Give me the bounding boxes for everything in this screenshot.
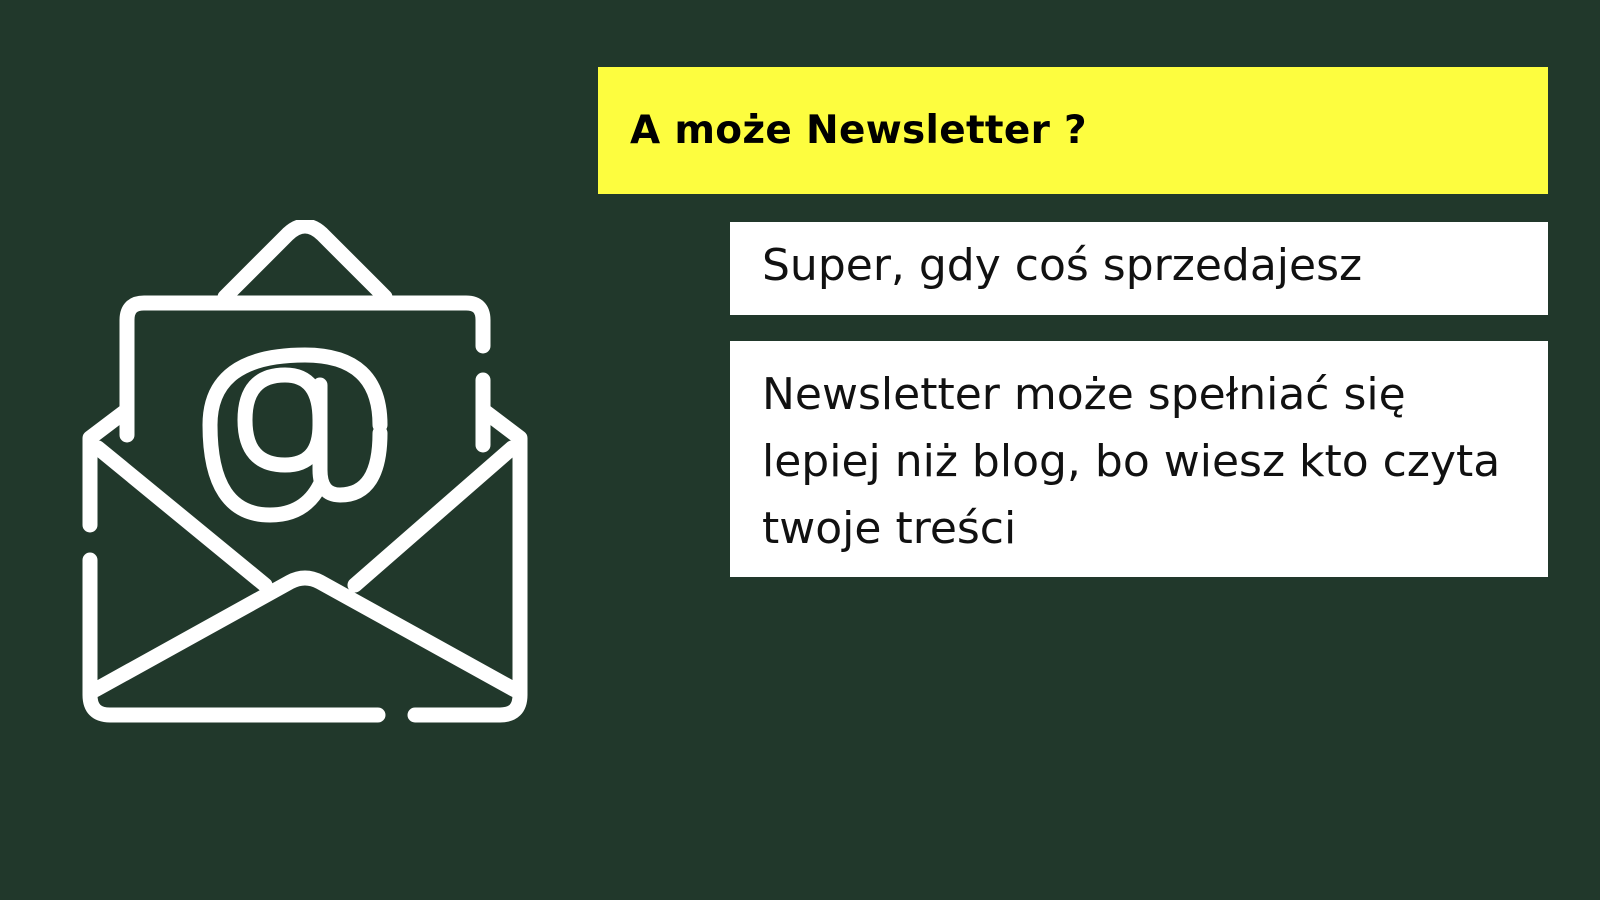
info-card-selling: Super, gdy coś sprzedajesz xyxy=(730,222,1548,315)
title-banner: A może Newsletter ? xyxy=(598,67,1548,194)
open-envelope-at-icon xyxy=(70,220,540,740)
page-title: A może Newsletter ? xyxy=(630,108,1087,153)
info-card-text: Super, gdy coś sprzedajesz xyxy=(762,240,1363,291)
info-card-text: Newsletter może spełniać się lepiej niż … xyxy=(762,369,1501,554)
info-card-newsletter-vs-blog: Newsletter może spełniać się lepiej niż … xyxy=(730,341,1548,577)
